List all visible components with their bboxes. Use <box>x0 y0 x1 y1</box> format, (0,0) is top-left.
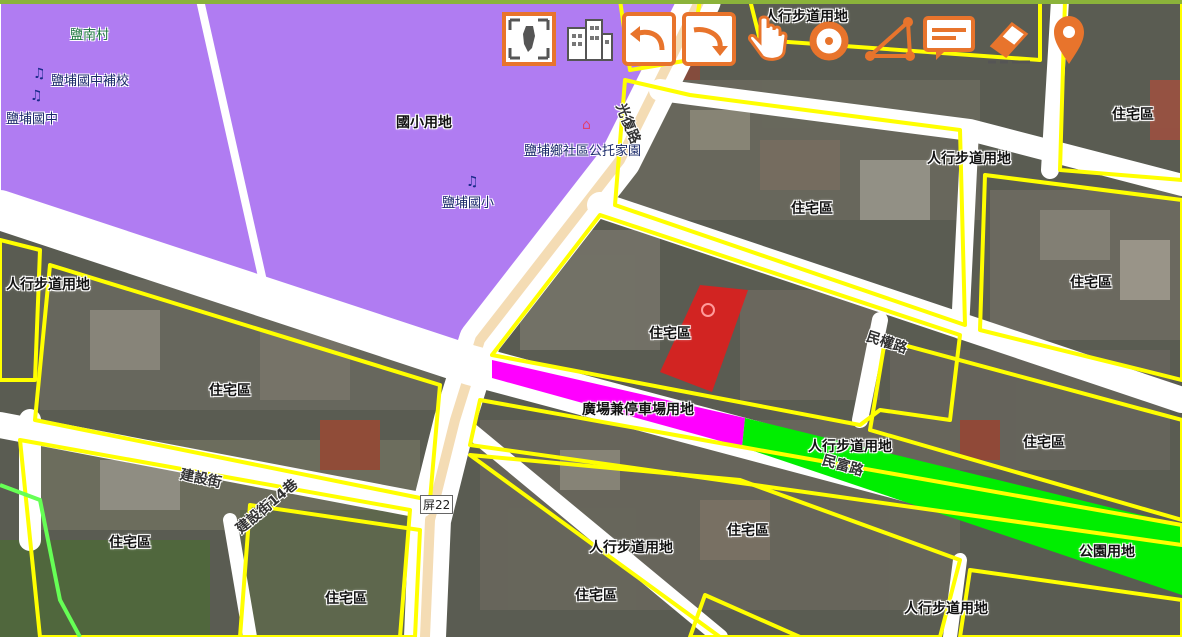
polygon-measure-icon <box>864 17 915 61</box>
zone-label-park: 公園用地 <box>1079 544 1135 560</box>
top-border <box>0 0 1182 4</box>
zone-label-walkway: 人行步道用地 <box>808 439 892 455</box>
circle-measure-button[interactable] <box>800 10 858 68</box>
poi-elementary[interactable]: 鹽埔國小 <box>442 192 494 211</box>
pan-hand-icon <box>748 15 788 61</box>
circle-measure-icon <box>809 21 849 61</box>
zone-label-residential: 住宅區 <box>727 523 769 539</box>
redo-button[interactable] <box>680 10 738 68</box>
annotation-button[interactable] <box>920 10 978 68</box>
school-poi-icon: ♫ <box>466 174 479 190</box>
home-poi-icon: ⌂ <box>582 117 591 133</box>
zone-label-walkway: 人行步道用地 <box>6 277 90 293</box>
map-toolbar <box>500 10 1100 70</box>
poi-community-daycare[interactable]: 鹽埔鄉社區公托家園 <box>524 140 641 159</box>
zone-label-walkway: 人行步道用地 <box>927 151 1011 167</box>
zone-label-residential: 住宅區 <box>1070 275 1112 291</box>
zone-label-residential: 住宅區 <box>1023 435 1065 451</box>
pan-button[interactable] <box>740 10 798 68</box>
zone-label-residential: 住宅區 <box>649 326 691 342</box>
redo-icon <box>682 12 736 66</box>
zone-label-residential: 住宅區 <box>209 383 251 399</box>
annotation-icon <box>923 16 975 60</box>
zone-label-walkway: 人行步道用地 <box>904 601 988 617</box>
map-view[interactable]: 鹽南村 ♫ 鹽埔國中補校 ♫ 鹽埔國中 ♫ 鹽埔國小 ⌂ 鹽埔鄉社區公托家園 國… <box>0 0 1182 637</box>
poi-jh-tutoring[interactable]: 鹽埔國中補校 <box>51 70 129 89</box>
zone-label-walkway: 人行步道用地 <box>589 540 673 556</box>
school-poi-icon: ♫ <box>30 88 43 104</box>
undo-button[interactable] <box>620 10 678 68</box>
buildings-button[interactable] <box>560 10 618 68</box>
school-poi-icon: ♫ <box>33 66 46 82</box>
eraser-button[interactable] <box>980 10 1038 68</box>
zone-label-residential: 住宅區 <box>109 535 151 551</box>
village-label-yannan: 鹽南村 <box>70 28 110 43</box>
zone-label-residential: 住宅區 <box>1112 107 1154 123</box>
fullscreen-icon <box>502 12 556 66</box>
zone-label-plaza-parking: 廣場兼停車場用地 <box>582 402 694 418</box>
marker-icon <box>1054 16 1084 64</box>
zone-label-residential: 住宅區 <box>325 591 367 607</box>
polygon-measure-button[interactable] <box>860 10 918 68</box>
buildings-icon <box>567 19 613 61</box>
fullscreen-button[interactable] <box>500 10 558 68</box>
marker-button[interactable] <box>1040 10 1098 68</box>
zone-label-residential: 住宅區 <box>575 588 617 604</box>
route-shield: 屏22 <box>420 495 454 514</box>
zone-label-school: 國小用地 <box>396 115 452 131</box>
eraser-icon <box>988 22 1030 64</box>
undo-icon <box>622 12 676 66</box>
zone-label-residential: 住宅區 <box>791 201 833 217</box>
poi-jh[interactable]: 鹽埔國中 <box>6 108 58 127</box>
